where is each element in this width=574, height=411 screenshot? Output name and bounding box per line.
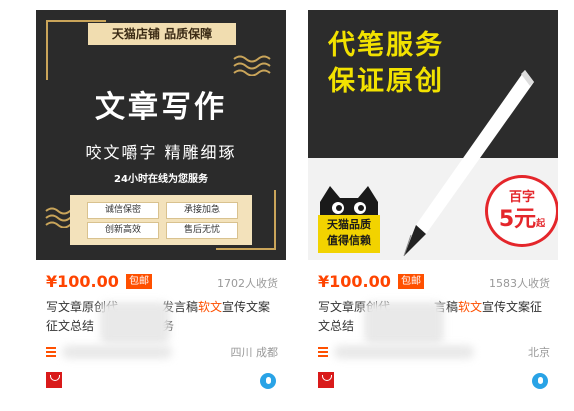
tmall-icon[interactable] [318, 372, 334, 388]
image-tag: 诚信保密 [87, 202, 159, 219]
quality-badge: 天猫品质 值得信赖 [318, 215, 380, 253]
image-headline: 文章写作 [95, 90, 227, 125]
free-shipping-badge: 包邮 [398, 274, 424, 289]
image-hours-text: 24小时在线为您服务 [114, 174, 208, 185]
shop-row: 四川 成都 [36, 344, 286, 362]
free-shipping-badge: 包邮 [126, 274, 152, 289]
product-card-2[interactable]: 代笔服务 保证原创 天猫品质 值得信赖 百字 5元起 ¥100.00 包邮 15… [308, 10, 558, 389]
price-row: ¥100.00 包邮 1702人收货 [36, 272, 286, 292]
service-icons [308, 372, 558, 392]
service-icons [36, 372, 286, 392]
quality-badge-line: 值得信赖 [327, 234, 371, 247]
image-banner: 天猫店铺 品质保障 [88, 23, 236, 45]
title-highlight: 软文 [198, 300, 223, 314]
image-tag-box: 诚信保密 承接加急 创新高效 售后无忧 [70, 195, 252, 245]
price-per-100-badge: 百字 5元起 [485, 175, 558, 247]
sales-count: 1583人收货 [489, 277, 550, 290]
price: ¥100.00 [46, 272, 119, 291]
image-subheadline: 咬文嚼字 精雕细琢 [85, 143, 237, 162]
redacted-blur [364, 302, 444, 344]
location: 四川 成都 [230, 346, 279, 359]
redacted-blur [334, 345, 474, 359]
image-tag: 承接加急 [166, 202, 238, 219]
price: ¥100.00 [318, 272, 391, 291]
image-tag: 售后无忧 [166, 222, 238, 239]
product-card-1[interactable]: 天猫店铺 品质保障 文章写作 咬文嚼字 精雕细琢 24小时在线为您服务 诚信保密… [36, 10, 286, 389]
price-row: ¥100.00 包邮 1583人收货 [308, 272, 558, 292]
price-badge-suffix: 起 [536, 219, 546, 229]
shop-row: 北京 [308, 344, 558, 362]
wangwang-chat-icon[interactable] [260, 373, 276, 389]
menu-lines-icon [318, 347, 328, 357]
tmall-icon[interactable] [46, 372, 62, 388]
product-image-2[interactable]: 代笔服务 保证原创 天猫品质 值得信赖 百字 5元起 [308, 10, 558, 260]
price-badge-amount: 5元起 [488, 201, 556, 233]
location: 北京 [528, 346, 550, 359]
sales-count: 1702人收货 [217, 277, 278, 290]
wave-decor-icon [233, 55, 271, 76]
product-image-1[interactable]: 天猫店铺 品质保障 文章写作 咬文嚼字 精雕细琢 24小时在线为您服务 诚信保密… [36, 10, 286, 260]
price-badge-value: 5元 [498, 207, 537, 232]
redacted-blur [100, 302, 170, 344]
wangwang-chat-icon[interactable] [532, 373, 548, 389]
image-tag: 创新高效 [87, 222, 159, 239]
redacted-blur [62, 345, 172, 359]
quality-badge-line: 天猫品质 [327, 218, 371, 231]
title-highlight: 软文 [458, 300, 483, 314]
menu-lines-icon [46, 347, 56, 357]
